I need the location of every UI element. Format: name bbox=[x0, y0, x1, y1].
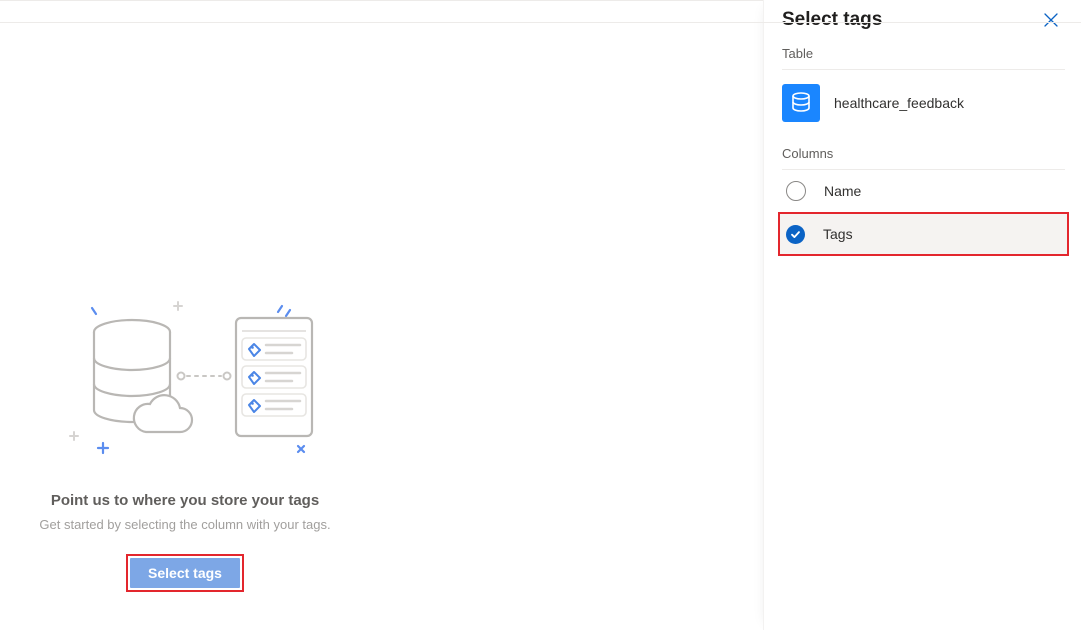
table-section-label: Table bbox=[782, 46, 1065, 61]
select-tags-button-label: Select tags bbox=[148, 565, 222, 581]
panel-title: Select tags bbox=[782, 9, 882, 31]
empty-state: Point us to where you store your tags Ge… bbox=[10, 296, 360, 592]
empty-state-heading: Point us to where you store your tags bbox=[10, 492, 360, 509]
radio-unchecked-icon bbox=[786, 181, 806, 201]
separator bbox=[782, 69, 1065, 70]
column-label: Tags bbox=[823, 226, 853, 242]
close-icon[interactable] bbox=[1037, 6, 1065, 34]
table-row[interactable]: healthcare_feedback bbox=[782, 80, 1065, 140]
radio-checked-icon bbox=[786, 225, 805, 244]
panel-header: Select tags bbox=[782, 0, 1065, 40]
database-icon bbox=[782, 84, 820, 122]
empty-state-subheading: Get started by selecting the column with… bbox=[10, 517, 360, 532]
top-separator bbox=[0, 22, 1081, 23]
column-option-tags[interactable]: Tags bbox=[778, 212, 1069, 256]
columns-section-label: Columns bbox=[782, 146, 1065, 161]
column-option-name[interactable]: Name bbox=[782, 170, 1065, 212]
table-name: healthcare_feedback bbox=[834, 95, 964, 111]
select-tags-button[interactable]: Select tags bbox=[130, 558, 240, 588]
select-tags-button-highlight: Select tags bbox=[126, 554, 244, 592]
main-content: Point us to where you store your tags Ge… bbox=[0, 0, 763, 630]
empty-state-illustration bbox=[50, 296, 320, 466]
select-tags-panel: Select tags Table healthcare_feedback Co… bbox=[763, 0, 1081, 630]
column-label: Name bbox=[824, 183, 861, 199]
